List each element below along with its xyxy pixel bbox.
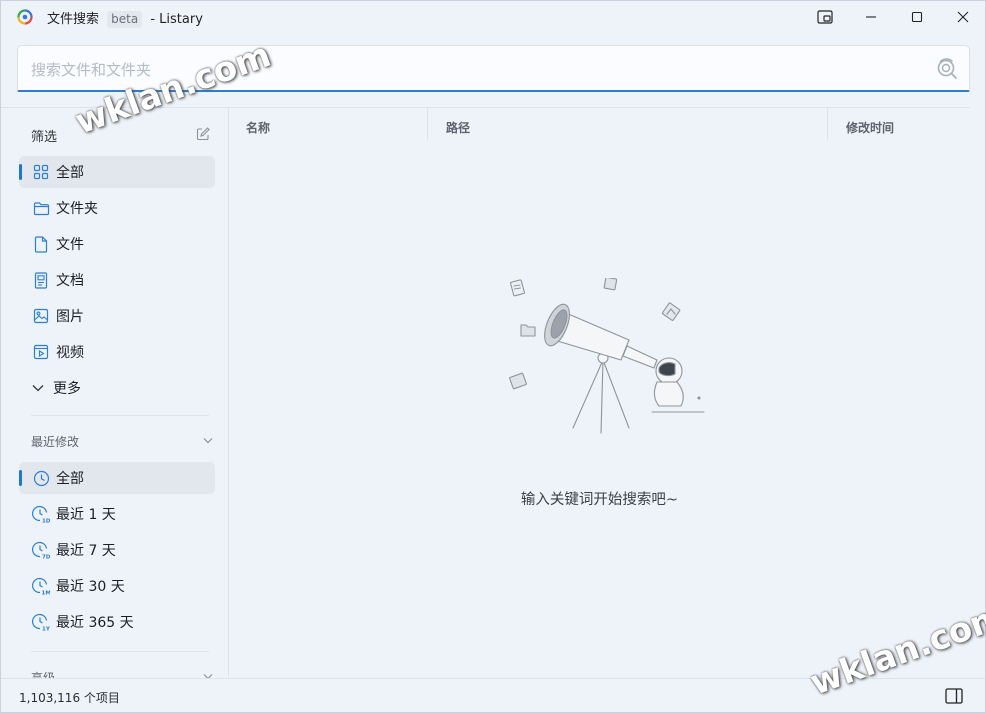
- compact-mode-button[interactable]: [802, 1, 848, 33]
- recent-title: 最近修改: [31, 435, 80, 449]
- edit-filters-icon[interactable]: [196, 127, 210, 141]
- empty-state-message: 输入关键词开始搜索吧~: [520, 492, 679, 508]
- filter-label: 文件: [56, 237, 84, 253]
- column-header-path[interactable]: 路径: [446, 119, 470, 136]
- window-title: 文件搜索 beta - Listary: [47, 8, 203, 28]
- recent-item-365d[interactable]: 1Y 最近 365 天: [19, 606, 215, 638]
- filter-item-file[interactable]: 文件: [19, 228, 215, 260]
- filter-label: 更多: [53, 381, 81, 397]
- svg-text:1M: 1M: [42, 591, 51, 596]
- preview-pane-toggle-icon[interactable]: [945, 688, 963, 704]
- svg-text:1D: 1D: [42, 519, 50, 524]
- filter-label: 文档: [56, 273, 84, 289]
- document-icon: [32, 271, 50, 289]
- filter-item-more[interactable]: 更多: [19, 372, 215, 404]
- filter-item-video[interactable]: 视频: [19, 336, 215, 368]
- recent-label: 全部: [56, 471, 84, 487]
- app-name: 文件搜索: [47, 12, 100, 27]
- compact-window-icon: [817, 10, 833, 24]
- recent-label: 最近 7 天: [56, 543, 116, 559]
- folder-icon: [32, 199, 50, 217]
- collapse-recent-icon[interactable]: [203, 437, 213, 444]
- minimize-button[interactable]: [848, 1, 894, 33]
- recent-label: 最近 365 天: [56, 615, 134, 631]
- results-pane: 名称 路径 修改时间 输入关键词开始搜索吧~: [229, 107, 970, 678]
- filter-label: 全部: [56, 165, 84, 181]
- recent-item-7d[interactable]: 7D 最近 7 天: [19, 534, 215, 566]
- filter-item-image[interactable]: 图片: [19, 300, 215, 332]
- filter-item-all[interactable]: 全部: [19, 156, 215, 188]
- filter-label: 图片: [56, 309, 84, 325]
- listary-search-icon[interactable]: [935, 57, 959, 81]
- svg-text:7D: 7D: [42, 555, 50, 560]
- clock-7d-icon: 7D: [32, 541, 50, 559]
- recent-item-all[interactable]: 全部: [19, 462, 215, 494]
- sidebar-divider: [31, 651, 209, 652]
- telescope-illustration: [509, 278, 705, 434]
- svg-text:1Y: 1Y: [42, 627, 50, 632]
- column-resize-handle[interactable]: [827, 108, 828, 140]
- column-header-name[interactable]: 名称: [246, 119, 270, 136]
- chevron-down-icon: [29, 379, 47, 397]
- clock-1m-icon: 1M: [32, 577, 50, 595]
- close-icon: [957, 11, 969, 23]
- filter-label: 文件夹: [56, 201, 98, 217]
- clock-1y-icon: 1Y: [32, 613, 50, 631]
- file-icon: [32, 235, 50, 253]
- column-resize-handle[interactable]: [427, 108, 428, 140]
- maximize-button[interactable]: [894, 1, 940, 33]
- video-icon: [32, 343, 50, 361]
- column-header-modified[interactable]: 修改时间: [846, 119, 894, 136]
- recent-item-1d[interactable]: 1D 最近 1 天: [19, 498, 215, 530]
- title-suffix: - Listary: [150, 12, 203, 27]
- recent-label: 最近 30 天: [56, 579, 125, 595]
- grid-icon: [32, 163, 50, 181]
- recent-label: 最近 1 天: [56, 507, 116, 523]
- advanced-title: 高级: [31, 671, 56, 678]
- beta-badge: beta: [107, 11, 143, 28]
- clock-1d-icon: 1D: [32, 505, 50, 523]
- clock-icon: [32, 469, 50, 487]
- recent-item-30d[interactable]: 1M 最近 30 天: [19, 570, 215, 602]
- filter-item-folder[interactable]: 文件夹: [19, 192, 215, 224]
- maximize-icon: [911, 11, 923, 23]
- listary-logo-icon: [17, 9, 33, 25]
- filter-label: 视频: [56, 345, 84, 361]
- sidebar-divider: [31, 415, 209, 416]
- item-count: 1,103,116 个项目: [19, 691, 120, 705]
- filter-title: 筛选: [31, 130, 58, 145]
- title-bar: 文件搜索 beta - Listary: [1, 1, 985, 33]
- image-icon: [32, 307, 50, 325]
- sidebar: 筛选 全部 文件夹 文件 文档 图片 视频 更多 最近修改 全部 1D 最近 1…: [1, 107, 229, 678]
- minimize-icon: [866, 16, 876, 18]
- close-button[interactable]: [940, 1, 986, 33]
- filter-item-document[interactable]: 文档: [19, 264, 215, 296]
